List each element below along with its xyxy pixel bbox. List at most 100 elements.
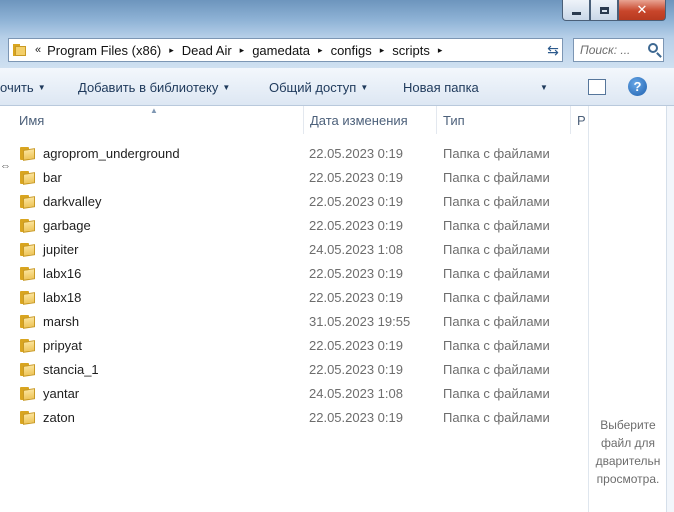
file-type: Папка с файлами: [443, 386, 550, 401]
preview-message: Выберите файл для дварительн просмотра.: [589, 416, 667, 488]
preview-message-line: просмотра.: [596, 472, 660, 486]
search-icon[interactable]: [648, 43, 658, 53]
file-type: Папка с файлами: [443, 266, 550, 281]
help-icon: ?: [633, 79, 642, 94]
breadcrumb-item[interactable]: gamedata: [252, 43, 310, 58]
column-header-row: ▲ Имя Дата изменения Тип Р: [0, 106, 588, 134]
file-type: Папка с файлами: [443, 290, 550, 305]
breadcrumb-separator-icon[interactable]: ▸: [380, 45, 385, 56]
search-input[interactable]: [580, 43, 640, 57]
list-item[interactable]: pripyat 22.05.2023 0:19 Папка с файлами: [0, 334, 588, 358]
column-header-type[interactable]: Тип: [443, 113, 465, 128]
help-button[interactable]: ?: [628, 77, 647, 96]
preview-message-line: дварительн: [595, 454, 661, 468]
folder-icon: [20, 147, 36, 161]
organize-button[interactable]: очить ▼: [0, 80, 46, 95]
file-name: labx18: [43, 290, 82, 305]
breadcrumb-overflow-icon[interactable]: «: [35, 44, 41, 56]
folder-icon: [20, 243, 36, 257]
file-date: 22.05.2023 0:19: [309, 194, 403, 209]
folder-icon: [20, 411, 36, 425]
minimize-button[interactable]: [562, 0, 590, 21]
folder-icon: [13, 44, 27, 56]
column-divider[interactable]: [436, 106, 437, 134]
breadcrumb-item[interactable]: configs: [331, 43, 372, 58]
list-item[interactable]: garbage 22.05.2023 0:19 Папка с файлами: [0, 214, 588, 238]
column-divider[interactable]: [570, 106, 571, 134]
folder-icon: [20, 339, 36, 353]
share-button[interactable]: Общий доступ ▼: [269, 80, 368, 95]
preview-message-line: Выберите: [600, 418, 656, 432]
file-date: 22.05.2023 0:19: [309, 266, 403, 281]
file-date: 22.05.2023 0:19: [309, 290, 403, 305]
dropdown-arrow-icon: ▼: [222, 83, 231, 92]
address-bar[interactable]: « Program Files (x86) ▸ Dead Air ▸ gamed…: [8, 38, 563, 62]
breadcrumb-item[interactable]: Program Files (x86): [47, 43, 161, 58]
new-folder-label: Новая папка: [403, 80, 479, 95]
breadcrumb-separator-icon[interactable]: ▸: [318, 45, 323, 56]
file-type: Папка с файлами: [443, 146, 550, 161]
minimize-icon: [571, 11, 581, 15]
breadcrumb-separator-icon[interactable]: ▸: [438, 45, 443, 56]
file-type: Папка с файлами: [443, 362, 550, 377]
new-folder-button[interactable]: Новая папка: [403, 80, 479, 95]
breadcrumb-separator-icon[interactable]: ▸: [240, 45, 245, 56]
breadcrumb-separator-icon[interactable]: ▸: [169, 45, 174, 56]
search-box[interactable]: [573, 38, 664, 62]
file-date: 31.05.2023 19:55: [309, 314, 411, 329]
close-icon: ✕: [636, 2, 648, 17]
folder-icon: [20, 219, 36, 233]
file-type: Папка с файлами: [443, 314, 550, 329]
file-date: 22.05.2023 0:19: [309, 410, 403, 425]
column-header-size[interactable]: Р: [577, 113, 586, 128]
folder-icon: [20, 291, 36, 305]
file-date: 22.05.2023 0:19: [309, 362, 403, 377]
list-item[interactable]: labx18 22.05.2023 0:19 Папка с файлами: [0, 286, 588, 310]
folder-icon: [20, 195, 36, 209]
refresh-icon: ⇆: [547, 41, 559, 58]
list-item[interactable]: jupiter 24.05.2023 1:08 Папка с файлами: [0, 238, 588, 262]
file-name: labx16: [43, 266, 82, 281]
preview-message-line: файл для: [600, 436, 656, 450]
preview-pane: Выберите файл для дварительн просмотра.: [588, 106, 674, 512]
folder-icon: [20, 267, 36, 281]
maximize-button[interactable]: [590, 0, 618, 21]
file-name: darkvalley: [43, 194, 102, 209]
list-item[interactable]: stancia_1 22.05.2023 0:19 Папка с файлам…: [0, 358, 588, 382]
file-date: 22.05.2023 0:19: [309, 338, 403, 353]
column-header-name[interactable]: Имя: [19, 113, 44, 128]
dropdown-arrow-icon: ▼: [360, 83, 369, 92]
file-date: 22.05.2023 0:19: [309, 146, 403, 161]
list-item[interactable]: marsh 31.05.2023 19:55 Папка с файлами: [0, 310, 588, 334]
share-label: Общий доступ: [269, 80, 357, 95]
breadcrumb-item[interactable]: scripts: [392, 43, 430, 58]
file-name: yantar: [43, 386, 80, 401]
breadcrumb-item[interactable]: Dead Air: [182, 43, 232, 58]
list-item[interactable]: labx16 22.05.2023 0:19 Папка с файлами: [0, 262, 588, 286]
file-type: Папка с файлами: [443, 170, 550, 185]
folder-icon: [20, 315, 36, 329]
file-date: 24.05.2023 1:08: [309, 386, 403, 401]
list-item[interactable]: agroprom_underground 22.05.2023 0:19 Пап…: [0, 142, 588, 166]
file-name: stancia_1: [43, 362, 99, 377]
file-type: Папка с файлами: [443, 242, 550, 257]
list-item[interactable]: bar 22.05.2023 0:19 Папка с файлами: [0, 166, 588, 190]
column-header-date[interactable]: Дата изменения: [310, 113, 408, 128]
file-type: Папка с файлами: [443, 410, 550, 425]
file-name: agroprom_underground: [43, 146, 180, 161]
list-item[interactable]: zaton 22.05.2023 0:19 Папка с файлами: [0, 406, 588, 430]
sort-ascending-icon: ▲: [150, 106, 158, 115]
maximize-icon: [599, 6, 609, 14]
file-name: marsh: [43, 314, 80, 329]
list-item[interactable]: darkvalley 22.05.2023 0:19 Папка с файла…: [0, 190, 588, 214]
close-button[interactable]: ✕: [618, 0, 666, 21]
column-divider[interactable]: [303, 106, 304, 134]
preview-pane-button[interactable]: [588, 79, 606, 95]
file-type: Папка с файлами: [443, 194, 550, 209]
file-name: zaton: [43, 410, 75, 425]
refresh-button[interactable]: ⇆: [540, 38, 566, 62]
folder-icon: [20, 171, 36, 185]
add-to-library-button[interactable]: Добавить в библиотеку ▼: [78, 80, 230, 95]
change-view-button[interactable]: ▼: [528, 80, 548, 95]
list-item[interactable]: yantar 24.05.2023 1:08 Папка с файлами: [0, 382, 588, 406]
